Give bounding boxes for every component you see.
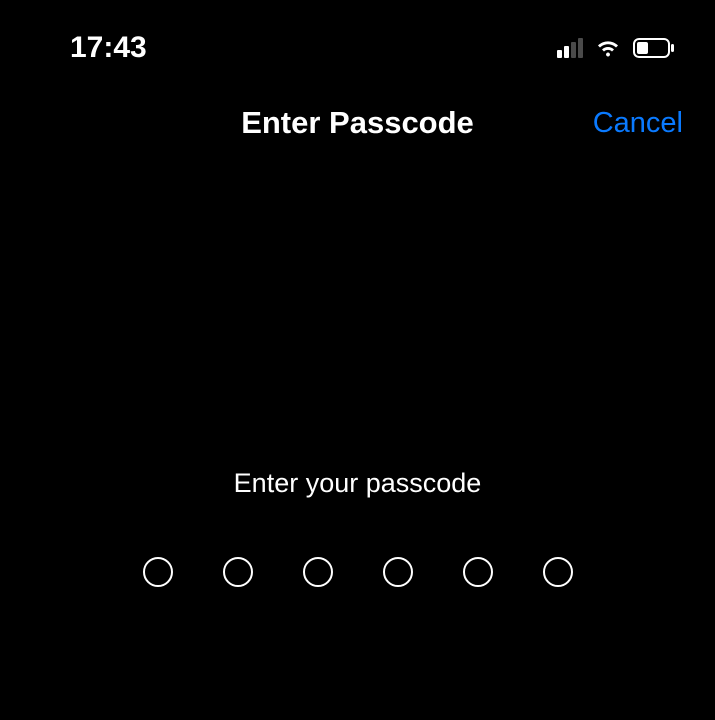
status-bar: 17:43 <box>0 0 715 75</box>
status-time: 17:43 <box>70 31 147 65</box>
passcode-dot <box>543 557 573 587</box>
battery-icon <box>633 38 675 58</box>
passcode-dot <box>143 557 173 587</box>
status-icons <box>557 37 675 59</box>
passcode-dot <box>383 557 413 587</box>
passcode-content: Enter your passcode <box>0 468 715 587</box>
passcode-dots <box>143 557 573 587</box>
cancel-button[interactable]: Cancel <box>593 107 683 140</box>
wifi-icon <box>593 37 623 59</box>
passcode-dot <box>223 557 253 587</box>
navigation-bar: Enter Passcode Cancel <box>0 93 715 153</box>
passcode-dot <box>303 557 333 587</box>
cellular-signal-icon <box>557 38 583 58</box>
page-title: Enter Passcode <box>241 105 474 141</box>
passcode-prompt: Enter your passcode <box>234 468 482 499</box>
passcode-dot <box>463 557 493 587</box>
